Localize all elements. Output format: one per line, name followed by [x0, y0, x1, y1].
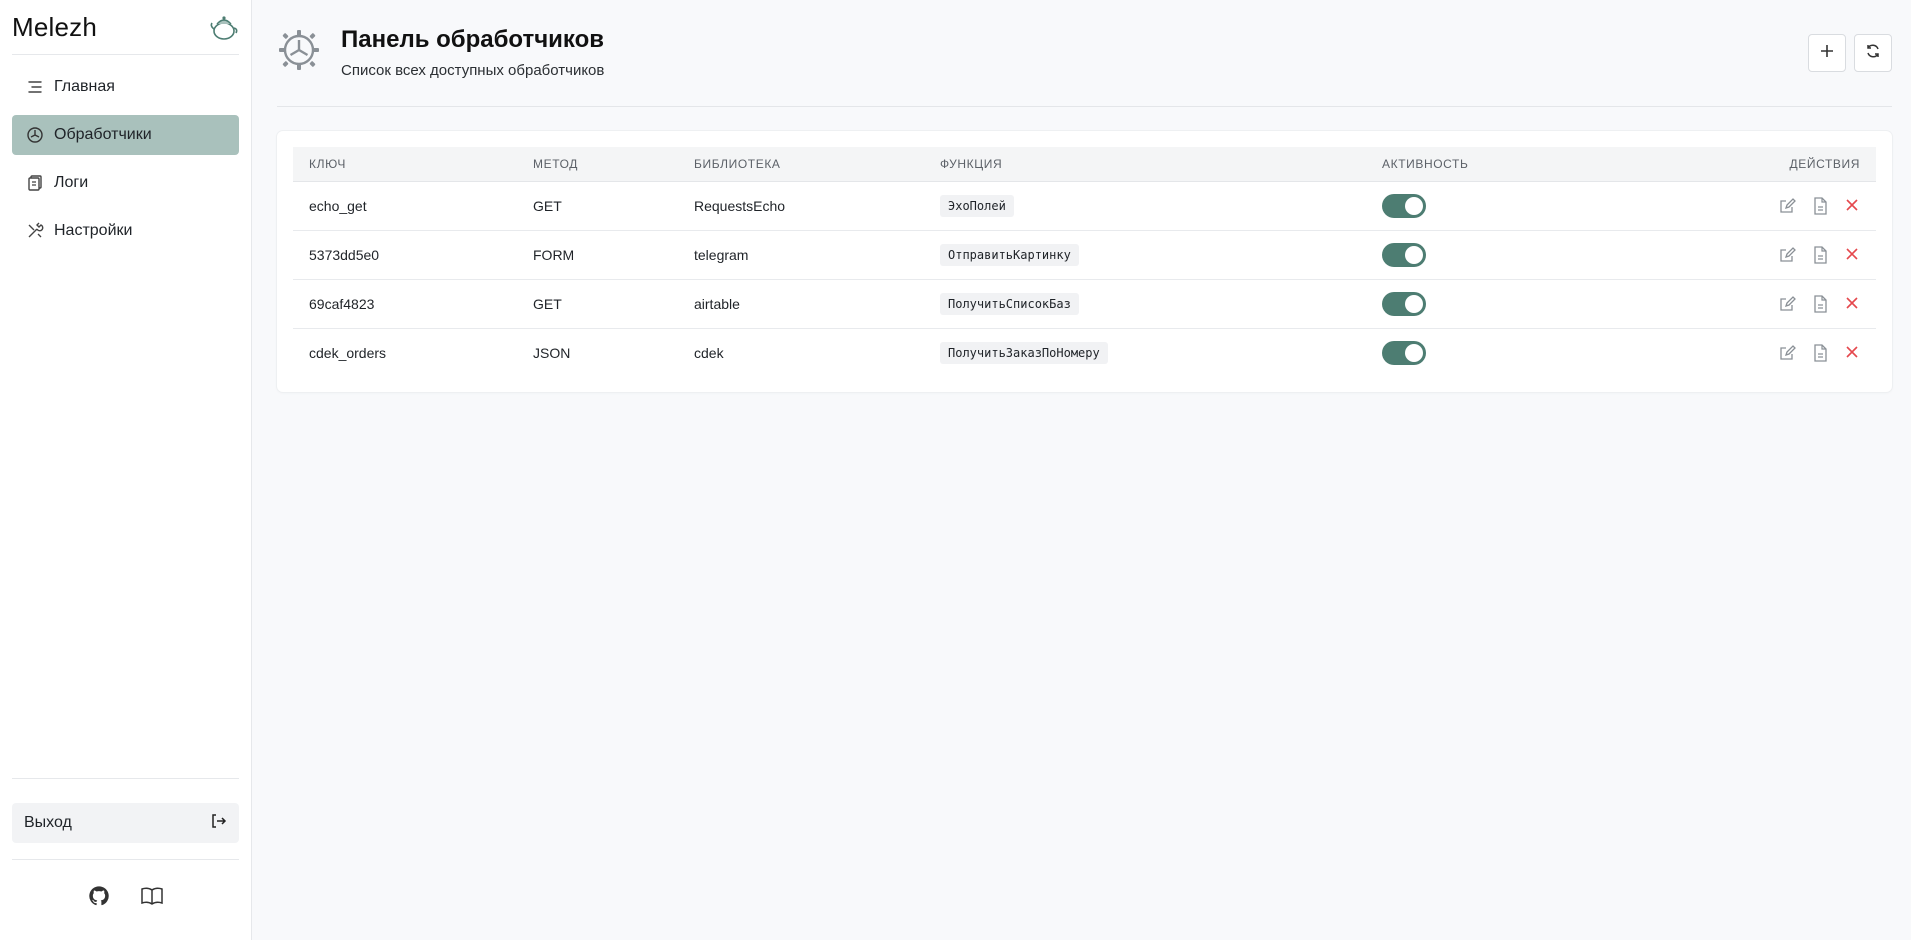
brand-title: Melezh — [12, 11, 98, 42]
cell-method: GET — [517, 279, 678, 329]
cell-library: airtable — [678, 279, 924, 329]
cell-function: ОтправитьКартинку — [924, 230, 1366, 280]
column-header-library: БИБЛИОТЕКА — [678, 147, 924, 182]
table-row: 5373dd5e0 FORM telegram ОтправитьКартинк… — [293, 230, 1876, 280]
function-badge: ПолучитьСписокБаз — [940, 292, 1079, 315]
cell-active — [1366, 279, 1626, 329]
cell-actions — [1625, 279, 1876, 329]
sidebar-item-home[interactable]: Главная — [12, 67, 239, 107]
refresh-button[interactable] — [1854, 34, 1892, 72]
column-header-actions: ДЕЙСТВИЯ — [1625, 147, 1876, 182]
active-toggle[interactable] — [1382, 242, 1426, 267]
page-title: Панель обработчиков — [341, 26, 605, 53]
logout-label: Выход — [24, 814, 72, 831]
sidebar-item-label: Логи — [54, 174, 89, 191]
cell-actions — [1625, 181, 1876, 231]
document-icon[interactable] — [1812, 245, 1828, 264]
sidebar-item-settings[interactable]: Настройки — [12, 211, 239, 251]
document-icon[interactable] — [1812, 344, 1828, 362]
cell-active — [1366, 230, 1626, 280]
cell-key: 69caf4823 — [293, 279, 517, 329]
cell-method: GET — [517, 181, 678, 231]
active-toggle[interactable] — [1382, 291, 1426, 316]
sidebar-item-logs[interactable]: Логи — [12, 163, 239, 203]
cell-active — [1366, 181, 1626, 231]
cell-library: RequestsEcho — [678, 181, 924, 231]
cell-function: ПолучитьЗаказПоНомеру — [924, 328, 1366, 377]
sidebar: Melezh Главная Обработчики Логи Настройк… — [0, 0, 252, 940]
logout-button[interactable]: Выход — [12, 803, 239, 843]
add-handler-button[interactable] — [1808, 34, 1846, 72]
github-icon[interactable] — [88, 885, 110, 907]
logs-icon — [26, 174, 44, 192]
active-toggle[interactable] — [1382, 340, 1426, 365]
cell-library: cdek — [694, 344, 724, 361]
document-icon[interactable] — [1812, 196, 1828, 215]
cell-library: telegram — [678, 230, 924, 280]
handlers-table: КЛЮЧ МЕТОД БИБЛИОТЕКА ФУНКЦИЯ АКТИВНОСТЬ… — [293, 147, 1876, 377]
active-toggle[interactable] — [1382, 193, 1426, 218]
cell-actions — [1626, 328, 1876, 377]
edit-icon[interactable] — [1778, 197, 1796, 215]
menu-lines-icon — [26, 78, 44, 96]
cell-active — [1366, 328, 1626, 377]
cell-actions — [1625, 230, 1876, 280]
cell-function: ЭхоПолей — [924, 181, 1366, 231]
edit-icon[interactable] — [1778, 344, 1796, 362]
gear-icon — [277, 28, 321, 72]
table-row: echo_get GET RequestsEcho ЭхоПолей — [293, 181, 1876, 231]
sidebar-nav: Главная Обработчики Логи Настройки — [0, 55, 251, 259]
sidebar-item-label: Обработчики — [54, 126, 152, 143]
plus-icon — [1820, 44, 1834, 63]
header-actions — [1808, 34, 1892, 72]
column-header-key: КЛЮЧ — [293, 147, 517, 182]
table-row: cdek_orders JSON cdek ПолучитьЗаказПоНом… — [293, 328, 1876, 377]
cell-method: FORM — [517, 230, 678, 280]
delete-icon[interactable] — [1844, 344, 1860, 362]
column-header-active: АКТИВНОСТЬ — [1366, 147, 1626, 182]
book-icon[interactable] — [140, 885, 164, 907]
handlers-card: КЛЮЧ МЕТОД БИБЛИОТЕКА ФУНКЦИЯ АКТИВНОСТЬ… — [277, 131, 1892, 392]
function-badge: ЭхоПолей — [940, 194, 1014, 217]
page-subtitle: Список всех доступных обработчиков — [341, 62, 605, 79]
delete-icon[interactable] — [1844, 295, 1860, 313]
sidebar-item-label: Главная — [54, 78, 115, 95]
tools-icon — [26, 222, 44, 240]
page-header: Панель обработчиков Список всех доступны… — [277, 0, 1892, 107]
cell-key: 5373dd5e0 — [293, 230, 517, 280]
function-badge: ПолучитьЗаказПоНомеру — [940, 341, 1108, 364]
table-header-row: КЛЮЧ МЕТОД БИБЛИОТЕКА ФУНКЦИЯ АКТИВНОСТЬ… — [293, 147, 1876, 182]
refresh-icon — [1865, 43, 1881, 64]
logout-icon — [209, 812, 227, 835]
edit-icon[interactable] — [1778, 295, 1796, 313]
delete-icon[interactable] — [1844, 246, 1860, 264]
sidebar-item-label: Настройки — [54, 222, 133, 239]
column-header-function: ФУНКЦИЯ — [924, 147, 1366, 182]
table-row: 69caf4823 GET airtable ПолучитьСписокБаз — [293, 279, 1876, 329]
footer-links — [0, 860, 251, 940]
column-header-method: МЕТОД — [517, 147, 678, 182]
document-icon[interactable] — [1812, 294, 1828, 313]
brand-header: Melezh — [12, 0, 239, 55]
cell-key: echo_get — [293, 181, 517, 231]
teapot-logo-icon — [209, 13, 239, 41]
cell-key: cdek_orders — [309, 344, 387, 361]
delete-icon[interactable] — [1844, 197, 1860, 215]
sidebar-item-handlers[interactable]: Обработчики — [12, 115, 239, 155]
cell-function: ПолучитьСписокБаз — [924, 279, 1366, 329]
handler-icon — [26, 126, 44, 144]
sidebar-bottom: Выход — [0, 778, 251, 940]
logout-section: Выход — [12, 778, 239, 860]
main-content: Панель обработчиков Список всех доступны… — [253, 0, 1911, 940]
cell-method: JSON — [533, 344, 571, 361]
function-badge: ОтправитьКартинку — [940, 243, 1079, 266]
edit-icon[interactable] — [1778, 246, 1796, 264]
